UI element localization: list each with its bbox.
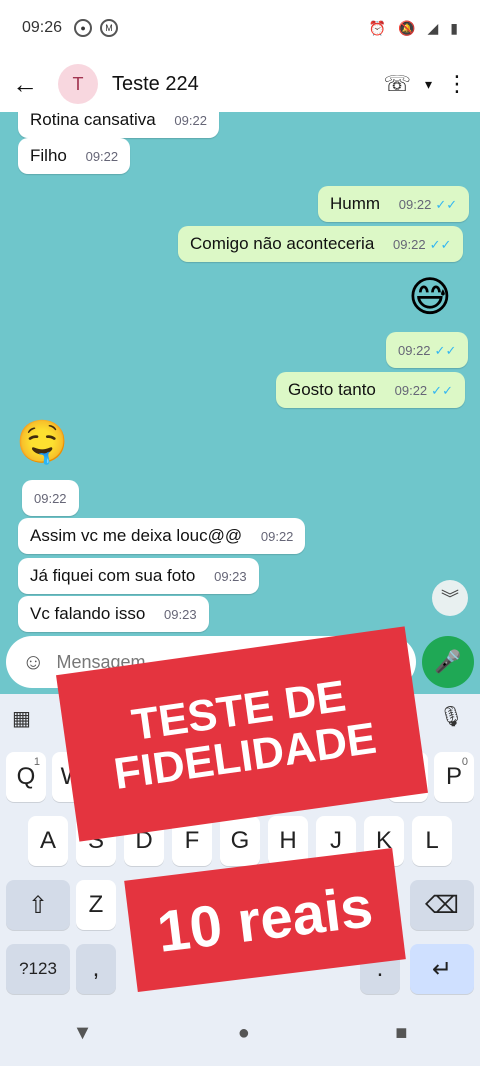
read-ticks-icon: ✓✓ [435, 197, 458, 212]
avatar[interactable]: T [58, 64, 98, 104]
message-bubble[interactable]: Humm 09:22 ✓✓ [318, 186, 470, 222]
chat-area[interactable]: Rotina cansativa 09:22 Filho 09:22 Humm … [0, 112, 480, 694]
message-time: 09:22 [34, 491, 67, 506]
shift-key[interactable]: ⇧ [6, 880, 70, 930]
message-text: Gosto tanto [288, 380, 376, 399]
comma-key[interactable]: , [76, 944, 116, 994]
key-a[interactable]: A [28, 816, 68, 866]
sticker-icon[interactable]: ☺ [22, 649, 44, 675]
read-ticks-icon: ✓✓ [431, 383, 453, 398]
drooling-face-emoji[interactable]: 🤤 [16, 418, 68, 467]
record-icon: ● [74, 19, 93, 37]
message-time: 09:22 [260, 529, 294, 544]
message-time: 09:22 [393, 237, 426, 252]
message-time: 09:22 [85, 149, 119, 164]
message-time: 09:23 [164, 607, 197, 622]
more-options-icon[interactable]: ⋮ [446, 71, 468, 97]
message-text: Vc falando isso [30, 604, 146, 623]
message-time: 09:22 [394, 383, 428, 398]
message-time: 09:22 [398, 343, 431, 358]
key-z[interactable]: Z [76, 880, 116, 930]
navigation-bar: ▼ ● ■ [0, 1000, 480, 1066]
status-icons: ⏰ 🔕 ◢ ▮ [369, 20, 458, 37]
message-bubble[interactable]: Vc falando isso 09:23 [18, 596, 209, 632]
message-bubble[interactable]: Comigo não aconteceria 09:22 ✓✓ [178, 226, 464, 262]
message-bubble[interactable]: 09:22 [22, 480, 79, 516]
chevron-down-icon[interactable]: ▾ [425, 76, 432, 93]
apps-grid-icon[interactable]: ▦ [12, 706, 31, 731]
message-bubble[interactable]: Já fiquei com sua foto 09:23 [18, 558, 259, 594]
sweat-smile-emoji[interactable]: 😅 [408, 272, 452, 321]
signal-icon: ◢ [427, 19, 439, 36]
motorola-icon: M [100, 19, 119, 37]
header-actions: ☏ ▾ ⋮ [383, 71, 468, 97]
nav-recents-icon[interactable]: ■ [395, 1022, 407, 1045]
back-arrow-icon[interactable]: ← [12, 69, 44, 100]
backspace-key[interactable]: ⌫ [410, 880, 474, 930]
alarm-icon: ⏰ [368, 19, 387, 36]
voice-input-icon[interactable]: 🎙 [439, 704, 464, 729]
phone-icon[interactable]: ☏ [383, 71, 411, 97]
status-time: 09:26 [22, 19, 63, 36]
message-text: Filho [30, 146, 67, 165]
message-bubble[interactable]: 09:22 ✓✓ [386, 332, 469, 368]
message-time: 09:23 [214, 569, 247, 584]
read-ticks-icon: ✓✓ [429, 237, 452, 252]
overlay-line-3: 10 reais [153, 873, 377, 965]
message-bubble[interactable]: Rotina cansativa 09:22 [18, 112, 219, 138]
enter-key[interactable]: ↵ [410, 944, 474, 994]
message-text: Humm [330, 194, 381, 213]
key-l[interactable]: L [412, 816, 452, 866]
message-bubble[interactable]: Filho 09:22 [18, 138, 131, 174]
status-bar: 09:26 ● M ⏰ 🔕 ◢ ▮ [0, 0, 480, 56]
message-text: Rotina cansativa [30, 112, 156, 129]
message-text: Já fiquei com sua foto [30, 566, 196, 585]
contact-name[interactable]: Teste 224 [112, 73, 199, 96]
read-ticks-icon: ✓✓ [434, 343, 457, 358]
key-g[interactable]: G [220, 816, 260, 866]
nav-back-icon[interactable]: ▼ [73, 1022, 93, 1045]
message-time: 09:22 [174, 113, 207, 128]
message-bubble[interactable]: Assim vc me deixa louc@@ 09:22 [18, 518, 306, 554]
mic-button[interactable]: 🎤 [422, 636, 474, 688]
numbers-key[interactable]: ?123 [6, 944, 70, 994]
chat-header: ← T Teste 224 ☏ ▾ ⋮ [0, 56, 480, 112]
nav-home-icon[interactable]: ● [238, 1022, 250, 1045]
key-p[interactable]: P0 [434, 752, 474, 802]
message-time: 09:22 [398, 197, 432, 212]
battery-icon: ▮ [450, 19, 458, 36]
message-bubble[interactable]: Gosto tanto 09:22 ✓✓ [276, 372, 465, 408]
message-text: Comigo não aconteceria [190, 234, 375, 253]
message-text: Assim vc me deixa louc@@ [30, 526, 243, 545]
scroll-down-icon[interactable]: ︾ [432, 580, 468, 616]
mute-icon: 🔕 [398, 19, 416, 36]
key-q[interactable]: Q1 [6, 752, 46, 802]
